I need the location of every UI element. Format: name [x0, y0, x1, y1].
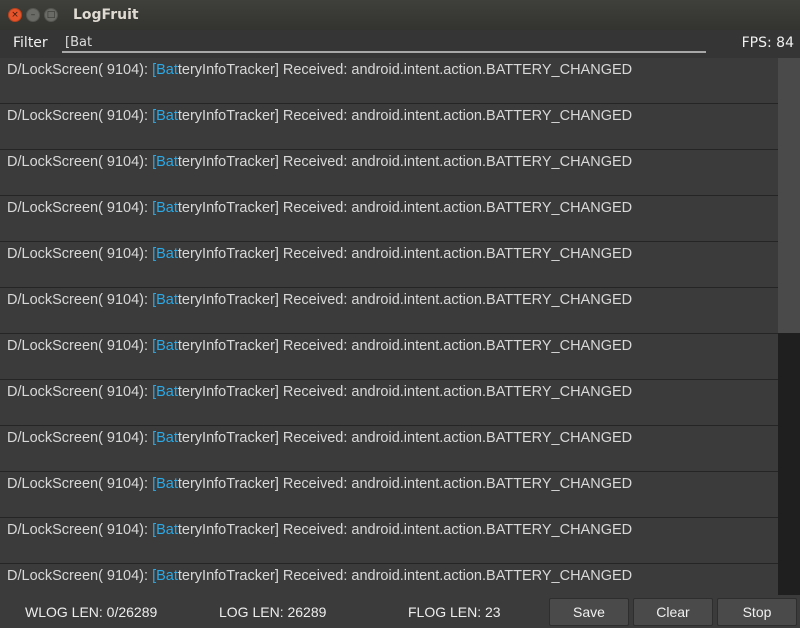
- log-row-rest: teryInfoTracker] Received: android.inten…: [177, 430, 633, 446]
- log-row-rest: teryInfoTracker] Received: android.inten…: [177, 292, 633, 308]
- log-row[interactable]: D/LockScreen( 9104): [BatteryInfoTracker…: [0, 426, 778, 472]
- log-row[interactable]: D/LockScreen( 9104): [BatteryInfoTracker…: [0, 564, 778, 595]
- window-title: LogFruit: [73, 7, 139, 23]
- log-row[interactable]: D/LockScreen( 9104): [BatteryInfoTracker…: [0, 518, 778, 564]
- clear-button[interactable]: Clear: [633, 598, 713, 626]
- log-row-rest: teryInfoTracker] Received: android.inten…: [177, 476, 633, 492]
- log-row-match: [Bat: [152, 108, 178, 124]
- title-bar: × – □ LogFruit: [0, 0, 800, 30]
- log-row-match: [Bat: [152, 338, 178, 354]
- stop-button[interactable]: Stop: [717, 598, 797, 626]
- log-row-rest: teryInfoTracker] Received: android.inten…: [177, 384, 633, 400]
- flog-length: FLOG LEN: 23: [408, 604, 501, 620]
- filter-bar: Filter FPS: 84: [0, 30, 800, 58]
- log-row[interactable]: D/LockScreen( 9104): [BatteryInfoTracker…: [0, 58, 778, 104]
- log-row-prefix: D/LockScreen( 9104):: [7, 154, 153, 170]
- log-row-prefix: D/LockScreen( 9104):: [7, 384, 153, 400]
- wlog-length: WLOG LEN: 0/26289: [25, 604, 158, 620]
- minimize-icon: –: [30, 9, 36, 20]
- log-row-match: [Bat: [152, 292, 178, 308]
- scrollbar-thumb[interactable]: [778, 58, 800, 333]
- filter-input[interactable]: [62, 33, 706, 53]
- log-row[interactable]: D/LockScreen( 9104): [BatteryInfoTracker…: [0, 196, 778, 242]
- log-row-rest: teryInfoTracker] Received: android.inten…: [177, 108, 633, 124]
- close-icon: ×: [11, 9, 19, 20]
- log-row-match: [Bat: [152, 154, 178, 170]
- log-row-prefix: D/LockScreen( 9104):: [7, 62, 153, 78]
- log-row-prefix: D/LockScreen( 9104):: [7, 522, 153, 538]
- log-row-prefix: D/LockScreen( 9104):: [7, 292, 153, 308]
- log-row-match: [Bat: [152, 246, 178, 262]
- log-row-rest: teryInfoTracker] Received: android.inten…: [177, 338, 633, 354]
- log-row-match: [Bat: [152, 62, 178, 78]
- log-row[interactable]: D/LockScreen( 9104): [BatteryInfoTracker…: [0, 380, 778, 426]
- log-row-match: [Bat: [152, 568, 178, 584]
- log-row-prefix: D/LockScreen( 9104):: [7, 108, 153, 124]
- log-row-rest: teryInfoTracker] Received: android.inten…: [177, 522, 633, 538]
- log-row-prefix: D/LockScreen( 9104):: [7, 338, 153, 354]
- log-row[interactable]: D/LockScreen( 9104): [BatteryInfoTracker…: [0, 242, 778, 288]
- log-row[interactable]: D/LockScreen( 9104): [BatteryInfoTracker…: [0, 288, 778, 334]
- log-row-rest: teryInfoTracker] Received: android.inten…: [177, 568, 633, 584]
- log-row[interactable]: D/LockScreen( 9104): [BatteryInfoTracker…: [0, 472, 778, 518]
- log-row-rest: teryInfoTracker] Received: android.inten…: [177, 154, 633, 170]
- log-row-prefix: D/LockScreen( 9104):: [7, 200, 153, 216]
- log-row-match: [Bat: [152, 430, 178, 446]
- filter-label: Filter: [13, 35, 48, 51]
- close-window-button[interactable]: ×: [8, 8, 22, 22]
- minimize-window-button[interactable]: –: [26, 8, 40, 22]
- log-row-match: [Bat: [152, 476, 178, 492]
- log-row-prefix: D/LockScreen( 9104):: [7, 568, 153, 584]
- log-row[interactable]: D/LockScreen( 9104): [BatteryInfoTracker…: [0, 150, 778, 196]
- log-length: LOG LEN: 26289: [219, 604, 327, 620]
- log-row-rest: teryInfoTracker] Received: android.inten…: [177, 62, 633, 78]
- maximize-window-button[interactable]: □: [44, 8, 58, 22]
- log-row-prefix: D/LockScreen( 9104):: [7, 476, 153, 492]
- status-bar: WLOG LEN: 0/26289 LOG LEN: 26289 FLOG LE…: [0, 596, 800, 628]
- log-row-rest: teryInfoTracker] Received: android.inten…: [177, 200, 633, 216]
- log-row-match: [Bat: [152, 200, 178, 216]
- log-row[interactable]: D/LockScreen( 9104): [BatteryInfoTracker…: [0, 104, 778, 150]
- save-button[interactable]: Save: [549, 598, 629, 626]
- maximize-icon: □: [46, 9, 56, 20]
- log-row-match: [Bat: [152, 384, 178, 400]
- log-list[interactable]: D/LockScreen( 9104): [BatteryInfoTracker…: [0, 58, 778, 595]
- log-row-match: [Bat: [152, 522, 178, 538]
- log-row-prefix: D/LockScreen( 9104):: [7, 430, 153, 446]
- log-scrollbar[interactable]: [778, 58, 800, 595]
- log-row-rest: teryInfoTracker] Received: android.inten…: [177, 246, 633, 262]
- log-row-prefix: D/LockScreen( 9104):: [7, 246, 153, 262]
- fps-counter: FPS: 84: [741, 35, 794, 51]
- log-row[interactable]: D/LockScreen( 9104): [BatteryInfoTracker…: [0, 334, 778, 380]
